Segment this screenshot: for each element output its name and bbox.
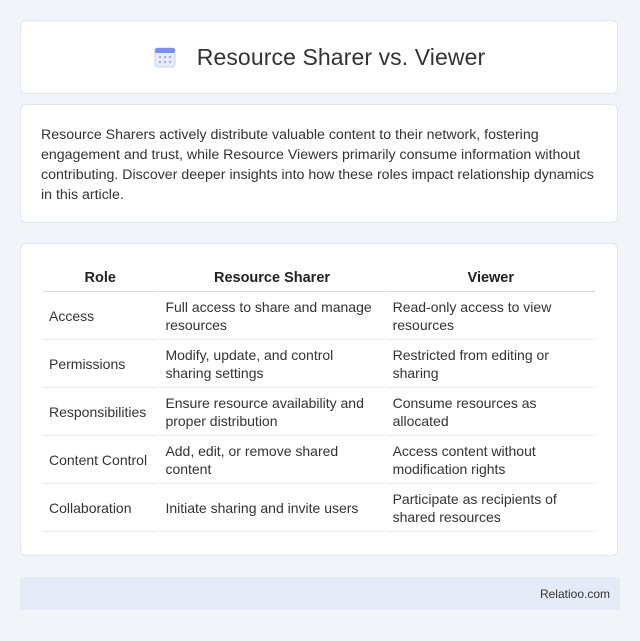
table-row: Collaboration Initiate sharing and invit… bbox=[43, 484, 595, 532]
viewer-cell: Participate as recipients of shared reso… bbox=[386, 484, 595, 532]
viewer-cell: Consume resources as allocated bbox=[386, 388, 595, 436]
column-header-role: Role bbox=[43, 264, 158, 292]
footer-brand[interactable]: Relatioo.com bbox=[540, 587, 610, 601]
header-card: Resource Sharer vs. Viewer bbox=[20, 20, 618, 94]
table-row: Access Full access to share and manage r… bbox=[43, 292, 595, 340]
sharer-cell: Initiate sharing and invite users bbox=[159, 484, 385, 532]
column-header-resource-sharer: Resource Sharer bbox=[159, 264, 385, 292]
intro-card: Resource Sharers actively distribute val… bbox=[20, 104, 618, 223]
calendar-icon bbox=[153, 45, 177, 69]
table-header-row: Role Resource Sharer Viewer bbox=[43, 264, 595, 292]
sharer-cell: Full access to share and manage resource… bbox=[159, 292, 385, 340]
viewer-cell: Restricted from editing or sharing bbox=[386, 340, 595, 388]
row-label: Access bbox=[43, 292, 158, 340]
sharer-cell: Ensure resource availability and proper … bbox=[159, 388, 385, 436]
table-row: Content Control Add, edit, or remove sha… bbox=[43, 436, 595, 484]
comparison-table-card: Role Resource Sharer Viewer Access Full … bbox=[20, 243, 618, 556]
row-label: Responsibilities bbox=[43, 388, 158, 436]
comparison-table: Role Resource Sharer Viewer Access Full … bbox=[41, 264, 597, 532]
column-header-viewer: Viewer bbox=[386, 264, 595, 292]
table-row: Responsibilities Ensure resource availab… bbox=[43, 388, 595, 436]
intro-paragraph: Resource Sharers actively distribute val… bbox=[41, 127, 594, 203]
page-title: Resource Sharer vs. Viewer bbox=[196, 43, 486, 70]
sharer-cell: Modify, update, and control sharing sett… bbox=[159, 340, 385, 388]
header-inner: Resource Sharer vs. Viewer bbox=[153, 44, 486, 71]
footer-bar: Relatioo.com bbox=[20, 577, 620, 610]
table-row: Permissions Modify, update, and control … bbox=[43, 340, 595, 388]
row-label: Collaboration bbox=[43, 484, 158, 532]
row-label: Content Control bbox=[43, 436, 158, 484]
sharer-cell: Add, edit, or remove shared content bbox=[159, 436, 385, 484]
viewer-cell: Read-only access to view resources bbox=[386, 292, 595, 340]
viewer-cell: Access content without modification righ… bbox=[386, 436, 595, 484]
row-label: Permissions bbox=[43, 340, 158, 388]
